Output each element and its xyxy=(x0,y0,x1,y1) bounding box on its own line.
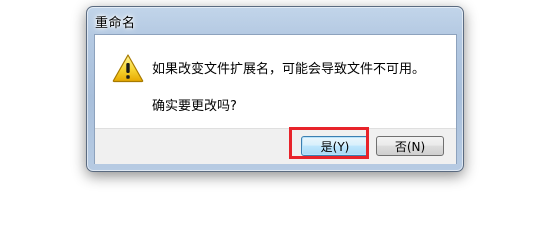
dialog-titlebar[interactable]: 重命名 xyxy=(87,7,463,33)
confirm-question: 确实要更改吗? xyxy=(152,99,237,114)
no-button[interactable]: 否(N) xyxy=(376,136,444,156)
dialog-content: 如果改变文件扩展名，可能会导致文件不可用。 确实要更改吗? xyxy=(95,35,456,128)
warning-message: 如果改变文件扩展名，可能会导致文件不可用。 xyxy=(152,62,426,77)
rename-dialog-window: 重命名 如果改变文件扩展名，可能会导致文件不可用。 确实要更改吗? 是(Y) 否… xyxy=(86,6,464,172)
dialog-client-area: 如果改变文件扩展名，可能会导致文件不可用。 确实要更改吗? 是(Y) 否(N) xyxy=(94,34,457,164)
warning-icon xyxy=(112,54,144,83)
dialog-title: 重命名 xyxy=(95,16,136,31)
yes-button-highlight-box xyxy=(289,127,369,159)
dialog-button-bar: 是(Y) 否(N) xyxy=(95,128,456,164)
screenshot-stage: 重命名 如果改变文件扩展名，可能会导致文件不可用。 确实要更改吗? 是(Y) 否… xyxy=(0,0,557,201)
